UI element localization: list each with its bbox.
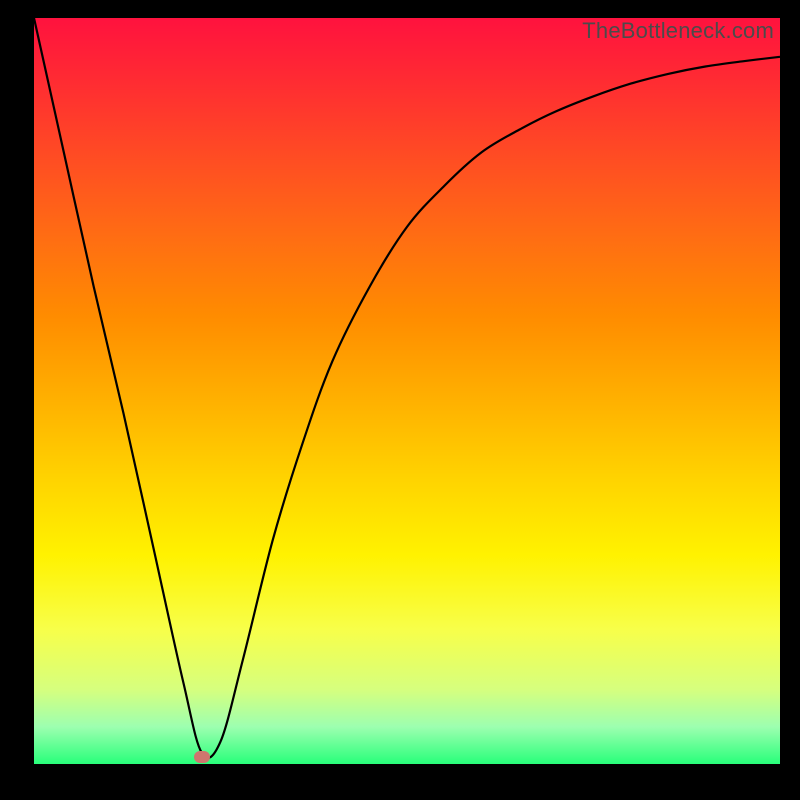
watermark-text: TheBottleneck.com xyxy=(582,18,774,44)
bottleneck-curve xyxy=(34,18,780,764)
chart-frame: TheBottleneck.com xyxy=(0,0,800,800)
optimum-marker xyxy=(194,751,210,763)
plot-area: TheBottleneck.com xyxy=(34,18,780,764)
